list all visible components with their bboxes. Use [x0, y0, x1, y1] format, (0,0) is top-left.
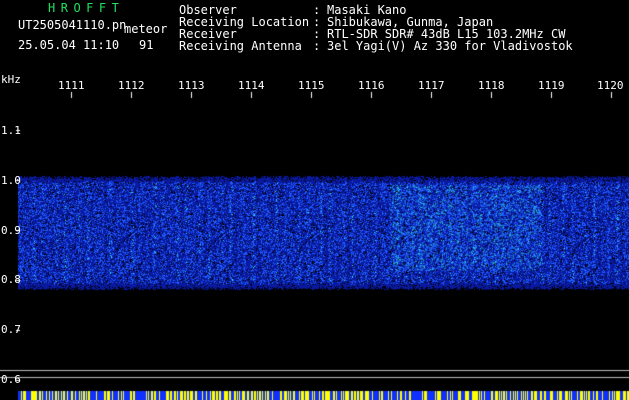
x-tick-1115: 1115 — [298, 79, 325, 92]
y-tick-0-9: 0.9 — [1, 224, 21, 237]
x-tick-1117: 1117 — [418, 79, 445, 92]
x-tick-1119: 1119 — [538, 79, 565, 92]
y-tick-0-6: 0.6 — [1, 373, 21, 386]
hrofft-window: HROFFT UT2505041110.pn meteor 25.05.04 1… — [0, 0, 629, 400]
y-axis-unit: kHz — [1, 73, 21, 86]
x-tick-1118: 1118 — [478, 79, 505, 92]
y-tick-0-8: 0.8 — [1, 273, 21, 286]
file-name: UT2505041110.pn — [18, 18, 127, 32]
x-tick-1116: 1116 — [358, 79, 385, 92]
date-time: 25.05.04 11:10 — [18, 38, 120, 52]
y-tick-0-7: 0.7 — [1, 323, 21, 336]
x-tick-1113: 1113 — [178, 79, 205, 92]
antenna-label: Receiving Antenna — [179, 39, 302, 53]
x-tick-1112: 1112 — [118, 79, 145, 92]
antenna-value: 3el Yagi(V) Az 330 for Vladivostok — [327, 39, 573, 53]
y-tick-1-1: 1.1 — [1, 124, 21, 137]
y-tick-1-0: 1.0 — [1, 174, 21, 187]
spectrogram-canvas — [0, 0, 629, 400]
x-tick-1111: 1111 — [58, 79, 85, 92]
file-tag: meteor — [124, 22, 168, 36]
x-tick-1114: 1114 — [238, 79, 265, 92]
detection-count: 91 — [139, 38, 154, 52]
x-tick-1120: 1120 — [597, 79, 624, 92]
app-title: HROFFT — [48, 1, 125, 15]
antenna-colon: : — [313, 39, 321, 53]
